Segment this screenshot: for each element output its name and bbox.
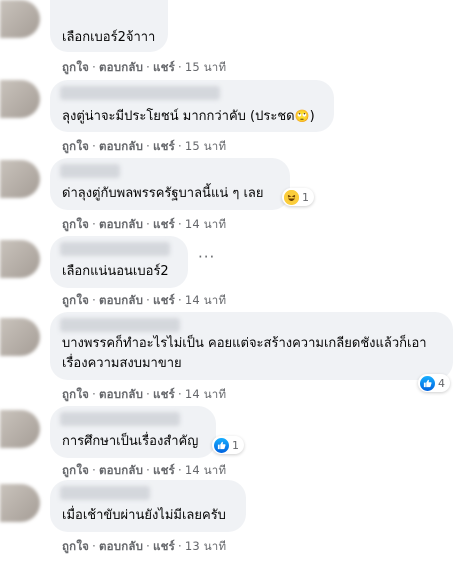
comment-bubble: เมื่อเช้าขับผ่านยังไม่มีเลยครับ: [50, 480, 246, 532]
comment-text: ด่าลุงตู่กับพลพรรครัฐบาลนี้แน่ ๆ เลย: [62, 186, 264, 201]
timestamp[interactable]: 15 นาที: [185, 59, 226, 77]
reply-action[interactable]: ตอบกลับ: [99, 292, 143, 310]
author-name-blurred[interactable]: [60, 242, 170, 256]
author-name-blurred[interactable]: [60, 412, 180, 426]
comment-text: ลุงตู่น่าจะมีประโยชน์ มากกว่าคับ (ประชด🙄…: [62, 109, 315, 124]
like-action[interactable]: ถูกใจ: [62, 59, 89, 77]
avatar[interactable]: [0, 318, 40, 356]
like-reaction-icon: [214, 437, 229, 453]
like-action[interactable]: ถูกใจ: [62, 292, 89, 310]
reply-action[interactable]: ตอบกลับ: [99, 462, 143, 480]
timestamp[interactable]: 14 นาที: [185, 292, 226, 310]
like-action[interactable]: ถูกใจ: [62, 216, 89, 234]
avatar[interactable]: [0, 410, 40, 448]
like-action[interactable]: ถูกใจ: [62, 462, 89, 480]
comment-bubble: ลุงตู่น่าจะมีประโยชน์ มากกว่าคับ (ประชด🙄…: [50, 80, 334, 132]
reply-action[interactable]: ตอบกลับ: [99, 538, 143, 556]
like-action[interactable]: ถูกใจ: [62, 386, 89, 404]
avatar[interactable]: [0, 160, 40, 198]
author-name-blurred[interactable]: [60, 86, 220, 100]
share-action[interactable]: แชร์: [153, 216, 175, 234]
comment-bubble: เลือกเบอร์2จ้าาา: [50, 0, 168, 52]
comment-text: เลือกเบอร์2จ้าาา: [62, 30, 156, 45]
comment-text: การศึกษาเป็นเรื่องสำคัญ: [62, 434, 199, 449]
timestamp[interactable]: 13 นาที: [185, 538, 226, 556]
reaction-summary[interactable]: 1: [282, 188, 314, 206]
author-name-blurred[interactable]: [60, 318, 180, 332]
reaction-count: 1: [302, 190, 309, 204]
avatar[interactable]: [0, 484, 40, 522]
reaction-count: 1: [232, 438, 239, 452]
comment-actions: ถูกใจ · ตอบกลับ · แชร์ · 15 นาที: [62, 138, 226, 156]
haha-reaction-icon: [284, 189, 299, 205]
like-reaction-icon: [420, 375, 435, 391]
avatar[interactable]: [0, 80, 40, 118]
share-action[interactable]: แชร์: [153, 138, 175, 156]
rolling-eyes-emoji: 🙄: [294, 109, 310, 123]
timestamp[interactable]: 14 นาที: [185, 462, 226, 480]
comment-bubble: ด่าลุงตู่กับพลพรรครัฐบาลนี้แน่ ๆ เลย: [50, 158, 290, 210]
share-action[interactable]: แชร์: [153, 59, 175, 77]
comment-actions: ถูกใจ · ตอบกลับ · แชร์ · 14 นาที: [62, 386, 226, 404]
comment-actions: ถูกใจ · ตอบกลับ · แชร์ · 15 นาที: [62, 59, 226, 77]
share-action[interactable]: แชร์: [153, 462, 175, 480]
reply-action[interactable]: ตอบกลับ: [99, 138, 143, 156]
reply-action[interactable]: ตอบกลับ: [99, 59, 143, 77]
timestamp[interactable]: 14 นาที: [185, 386, 226, 404]
comment-actions: ถูกใจ · ตอบกลับ · แชร์ · 13 นาที: [62, 538, 226, 556]
avatar[interactable]: [0, 0, 40, 38]
reply-action[interactable]: ตอบกลับ: [99, 386, 143, 404]
comment-actions: ถูกใจ · ตอบกลับ · แชร์ · 14 นาที: [62, 216, 226, 234]
like-action[interactable]: ถูกใจ: [62, 538, 89, 556]
author-name-blurred[interactable]: [60, 486, 150, 500]
comment-bubble: เลือกแน่นอนเบอร์2: [50, 236, 188, 288]
timestamp[interactable]: 14 นาที: [185, 216, 226, 234]
reaction-summary[interactable]: 4: [418, 374, 450, 392]
comment-text: บางพรรคก็ทำอะไรไม่เป็น คอยแต่จะสร้างความ…: [62, 336, 427, 371]
reply-action[interactable]: ตอบกลับ: [99, 216, 143, 234]
like-action[interactable]: ถูกใจ: [62, 138, 89, 156]
comment-text: เมื่อเช้าขับผ่านยังไม่มีเลยครับ: [62, 508, 226, 523]
reaction-summary[interactable]: 1: [212, 436, 244, 454]
comment-actions: ถูกใจ · ตอบกลับ · แชร์ · 14 นาที: [62, 462, 226, 480]
share-action[interactable]: แชร์: [153, 538, 175, 556]
comment-bubble: บางพรรคก็ทำอะไรไม่เป็น คอยแต่จะสร้างความ…: [50, 312, 453, 380]
reaction-count: 4: [438, 376, 445, 390]
comment-bubble: การศึกษาเป็นเรื่องสำคัญ: [50, 406, 216, 458]
comment-text: เลือกแน่นอนเบอร์2: [62, 264, 169, 279]
share-action[interactable]: แชร์: [153, 292, 175, 310]
more-options-icon[interactable]: ···: [198, 248, 215, 266]
timestamp[interactable]: 15 นาที: [185, 138, 226, 156]
author-name-blurred[interactable]: [60, 164, 120, 178]
comment-actions: ถูกใจ · ตอบกลับ · แชร์ · 14 นาที: [62, 292, 226, 310]
avatar[interactable]: [0, 240, 40, 278]
share-action[interactable]: แชร์: [153, 386, 175, 404]
